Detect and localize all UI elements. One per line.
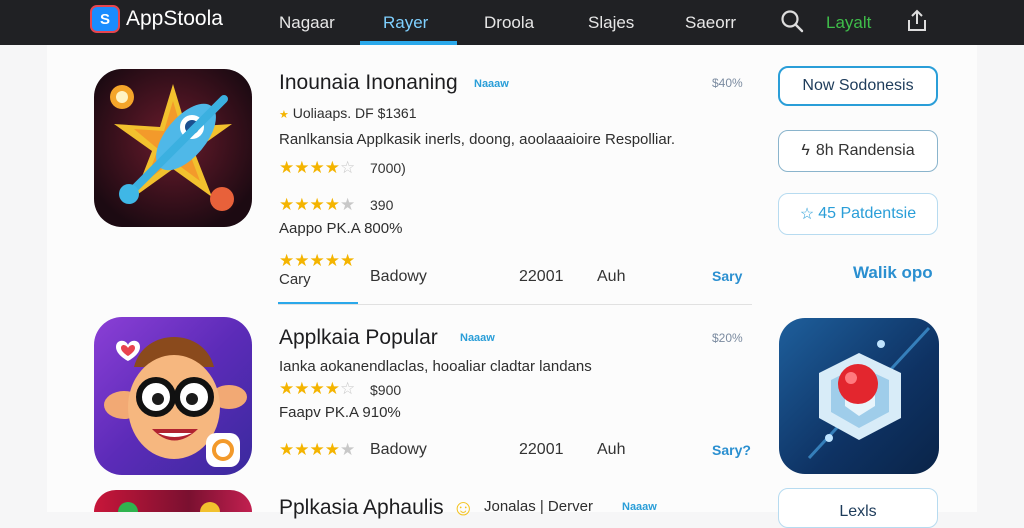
rating-stars-1a: ★★★★☆ [279, 158, 356, 177]
cartoon-face-icon [104, 337, 247, 467]
tertiary-action-button[interactable]: ☆ 45 Patdentsie [778, 193, 938, 235]
star-outline-icon: ☆ [799, 206, 815, 223]
bolt-icon: ϟ [801, 142, 810, 159]
see-more-link-2[interactable]: Sary? [712, 442, 751, 458]
description-1: Ranlkansia Applkasik inerls, doong, aool… [279, 131, 676, 148]
meta-publisher-1: Badowy [370, 268, 427, 285]
tertiary-button-label: 45 Patdentsie [818, 205, 917, 222]
description-2: Ianka aokanendlaclas, hooaliar cladtar l… [279, 358, 592, 375]
price-2: $20% [712, 331, 743, 345]
age-line-2: Faapv PK.A 910% [279, 404, 401, 421]
row-divider [278, 304, 752, 305]
app-icon-3[interactable] [94, 490, 252, 512]
share-icon[interactable] [904, 8, 930, 34]
cube-sphere-icon [807, 326, 931, 460]
rating-stars-2a: ★★★★☆ [279, 379, 356, 398]
app-icon-2[interactable] [94, 317, 252, 475]
price-1: $40% [712, 76, 743, 90]
category-label-1[interactable]: Cary [279, 271, 311, 288]
rating-count-2a: $900 [370, 382, 402, 398]
rating-count-1b: 390 [370, 197, 394, 213]
meta-number-1: 22001 [519, 268, 564, 285]
rating-stars-1b: ★★★★★ [279, 195, 356, 214]
layalt-link[interactable]: Layalt [826, 0, 871, 45]
rating-count-1a: 7000) [370, 160, 406, 176]
nav-item-rayer[interactable]: Rayer [383, 0, 428, 45]
app-icon-3-art [118, 502, 220, 512]
logo-icon: S [90, 5, 120, 33]
nav-item-slajes[interactable]: Slajes [588, 0, 634, 45]
logo-text: AppStoola [126, 7, 223, 30]
extra-line-3: Jonalas | Derver [484, 498, 593, 515]
secondary-action-button[interactable]: ϟ 8h Randensia [778, 130, 938, 172]
age-line-1: Aappo PK.A 800% [279, 220, 403, 237]
emoji-face-icon: ☺ [452, 495, 475, 520]
app-title-2[interactable]: Applkaia Popular [279, 326, 438, 350]
rocket-star-icon [110, 84, 234, 211]
app-title-1[interactable]: Inounaia Inonaning [279, 71, 458, 95]
developer-text-1: Uoliaaps. DF $1361 [292, 105, 417, 121]
nav-item-nagaar[interactable]: Nagaar [279, 0, 335, 45]
new-badge-3: Naaaw [622, 501, 657, 513]
primary-action-button[interactable]: Now Sodonesis [778, 66, 938, 106]
category-stars-1: ★★★★★ [279, 251, 356, 270]
top-bar: S AppStoola Nagaar Rayer Droola Slajes S… [0, 0, 1024, 45]
secondary-button-label: 8h Randensia [815, 142, 915, 159]
meta-author-1: Auh [597, 268, 626, 285]
bottom-action-button[interactable]: Lexls [778, 488, 938, 528]
nav-item-saeorr[interactable]: Saeorr [685, 0, 736, 45]
category-stars-2: ★★★★★ [279, 440, 356, 459]
small-star-icon: ★ [279, 109, 289, 121]
meta-publisher-2: Badowy [370, 441, 427, 458]
search-icon[interactable] [779, 8, 805, 34]
nav-item-droola[interactable]: Droola [484, 0, 534, 45]
walk-link[interactable]: Walik opo [853, 263, 933, 283]
see-more-link-1[interactable]: Sary [712, 268, 742, 284]
app-title-3[interactable]: Pplkasia Aphaulis [279, 496, 444, 520]
featured-app-icon[interactable] [779, 318, 939, 474]
meta-author-2: Auh [597, 441, 626, 458]
new-badge-2: Naaaw [460, 332, 495, 344]
developer-line-1: ★ Uoliaaps. DF $1361 [279, 105, 417, 121]
app-logo[interactable]: S AppStoola [90, 5, 223, 33]
app-icon-1[interactable] [94, 69, 252, 227]
meta-number-2: 22001 [519, 441, 564, 458]
new-badge-1: Naaaw [474, 78, 509, 90]
